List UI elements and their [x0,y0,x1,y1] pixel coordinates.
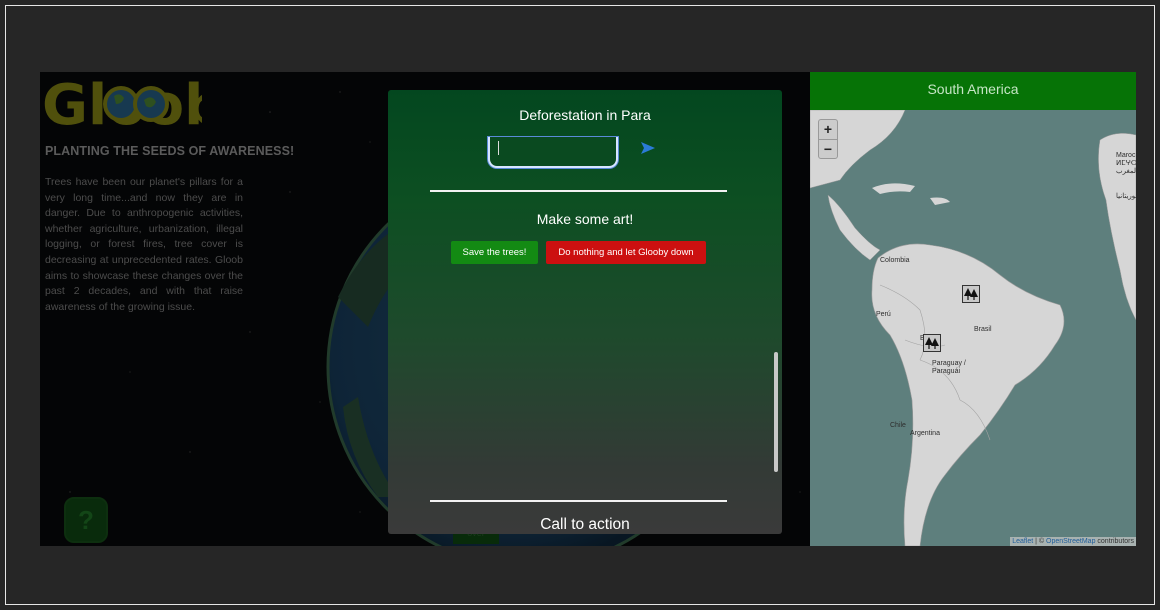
label-paraguay: Paraguay / Paraguái [932,360,966,375]
tagline: PLANTING THE SEEDS OF AWARENESS! [45,144,295,158]
tree-marker-para[interactable] [962,285,980,303]
art-section-title: Make some art! [536,211,634,227]
do-nothing-button[interactable]: Do nothing and let Glooby down [546,241,706,264]
modal-title: Deforestation in Para [519,107,651,123]
intro-text: Trees have been our planet's pillars for… [45,176,243,313]
osm-link[interactable]: OpenStreetMap [1046,538,1095,545]
globe-pane: Gloob PLANTING THE SEEDS OF AWARENESS! T… [40,72,810,546]
comment-input[interactable] [488,137,618,168]
label-colombia: Colombia [880,257,910,264]
label-peru: Perú [876,311,891,318]
help-button[interactable]: ? [64,497,108,543]
app: Gloob PLANTING THE SEEDS OF AWARENESS! T… [40,72,1136,546]
tree-marker-bolivia[interactable] [923,334,941,352]
attribution-separator: | © [1033,538,1047,545]
map-pane[interactable]: South America + − Colombia Perú Brasil B… [810,72,1136,546]
tree-icon [964,288,978,300]
call-to-action-title: Call to action [540,516,630,533]
divider-top [430,190,727,192]
label-morocco: Maroc ⵍⵎⵖⵔⵉⴱ المغرب [1116,152,1136,175]
zoom-in-button[interactable]: + [819,120,837,139]
map-tiles[interactable] [810,110,1136,546]
zoom-control: + − [818,119,838,159]
divider-bottom [430,500,727,502]
leaflet-link[interactable]: Leaflet [1012,538,1033,545]
zoom-out-button[interactable]: − [819,139,837,159]
map-attribution: Leaflet | © OpenStreetMap contributors [1010,537,1136,546]
modal-scrollbar[interactable] [774,352,778,472]
label-brasil: Brasil [974,326,992,333]
region-modal: Deforestation in Para Make some art! Sav… [388,90,782,534]
send-icon[interactable] [640,141,656,155]
text-cursor [498,141,499,155]
save-trees-button[interactable]: Save the trees! [451,241,538,264]
attribution-tail: contributors [1095,538,1134,545]
label-chile: Chile [890,422,906,429]
label-mauritania: موريتانيا [1116,193,1136,200]
tree-icon [925,337,939,349]
label-argentina: Argentina [910,430,940,437]
map-region-header: South America [810,72,1136,110]
gloob-logo: Gloob [42,74,202,130]
